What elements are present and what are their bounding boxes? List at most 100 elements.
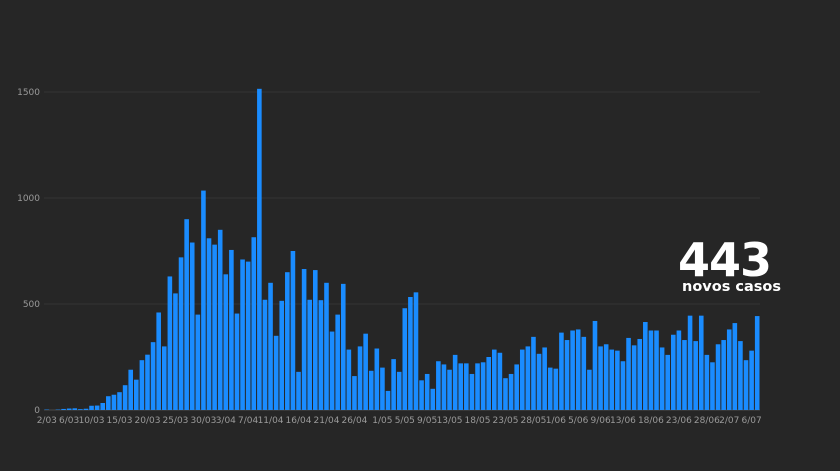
bar bbox=[374, 348, 380, 410]
bar bbox=[436, 361, 441, 410]
bars bbox=[44, 88, 760, 410]
bar bbox=[542, 347, 547, 410]
y-tick-label: 1500 bbox=[17, 88, 40, 98]
bar bbox=[78, 409, 83, 410]
bar bbox=[704, 354, 710, 410]
bar bbox=[396, 371, 402, 410]
bar bbox=[754, 316, 760, 410]
bar bbox=[726, 329, 732, 410]
x-tick-label: 21/04 bbox=[314, 416, 340, 426]
x-tick-label: 3/04 bbox=[216, 416, 236, 426]
bar bbox=[480, 362, 486, 410]
x-tick-label: 20/03 bbox=[135, 416, 161, 426]
bar bbox=[357, 346, 363, 410]
bar bbox=[268, 282, 273, 410]
bar bbox=[318, 300, 324, 410]
bar bbox=[156, 312, 161, 410]
x-tick-label: 6/07 bbox=[742, 416, 762, 426]
bar bbox=[262, 299, 268, 410]
bar bbox=[508, 373, 514, 410]
bar bbox=[598, 346, 603, 410]
x-tick-label: 23/06 bbox=[666, 416, 692, 426]
bar bbox=[257, 88, 262, 410]
bar bbox=[368, 370, 374, 410]
bar bbox=[749, 350, 754, 410]
x-tick-label: 16/04 bbox=[286, 416, 312, 426]
bar bbox=[324, 282, 329, 410]
x-tick-label: 9/06 bbox=[590, 416, 610, 426]
bar bbox=[682, 340, 687, 410]
bar bbox=[615, 350, 620, 410]
bar bbox=[72, 408, 78, 410]
bar bbox=[732, 323, 738, 410]
bar bbox=[631, 345, 637, 410]
bar bbox=[587, 369, 592, 410]
bar bbox=[212, 244, 217, 410]
bar bbox=[654, 330, 659, 410]
bar bbox=[643, 322, 648, 410]
bar bbox=[447, 369, 452, 410]
bar bbox=[363, 333, 368, 410]
x-tick-label: 28/05 bbox=[520, 416, 546, 426]
bar bbox=[229, 249, 234, 410]
bar bbox=[61, 408, 66, 410]
x-tick-label: 25/03 bbox=[162, 416, 188, 426]
bar bbox=[710, 362, 715, 410]
bar bbox=[458, 363, 464, 410]
bar bbox=[492, 349, 497, 410]
bar bbox=[178, 257, 184, 410]
x-tick-label: 10/03 bbox=[79, 416, 105, 426]
bar bbox=[536, 353, 542, 410]
bar bbox=[117, 392, 122, 410]
bar bbox=[603, 344, 609, 410]
bar bbox=[743, 360, 749, 410]
bar bbox=[217, 229, 223, 410]
x-tick-label: 1/05 bbox=[372, 416, 392, 426]
bar bbox=[184, 219, 189, 410]
bar bbox=[475, 363, 480, 410]
bar bbox=[100, 403, 106, 410]
bar bbox=[469, 373, 475, 410]
bar bbox=[89, 405, 94, 410]
bar bbox=[564, 340, 570, 410]
bar bbox=[385, 390, 391, 410]
x-tick-label: 13/06 bbox=[610, 416, 636, 426]
bar bbox=[329, 331, 335, 410]
bar bbox=[94, 405, 100, 410]
y-axis-ticks: 0 500 1000 1500 bbox=[17, 88, 40, 416]
bar bbox=[145, 354, 150, 410]
x-tick-label: 11/04 bbox=[258, 416, 284, 426]
bar bbox=[352, 376, 357, 410]
bar bbox=[648, 330, 654, 410]
bar bbox=[307, 299, 312, 410]
x-tick-label: 28/06 bbox=[694, 416, 720, 426]
bar bbox=[206, 238, 212, 410]
bar bbox=[134, 379, 139, 410]
bar bbox=[167, 276, 173, 410]
x-tick-label: 9/05 bbox=[417, 416, 437, 426]
bar bbox=[402, 308, 408, 410]
bar bbox=[66, 408, 72, 410]
bar bbox=[273, 335, 279, 410]
bar bbox=[83, 408, 89, 410]
bar bbox=[665, 354, 670, 410]
bar bbox=[106, 396, 111, 410]
bar bbox=[296, 371, 301, 410]
bar bbox=[441, 364, 447, 410]
bar bbox=[340, 283, 346, 410]
bar bbox=[514, 364, 519, 410]
bar bbox=[698, 315, 704, 410]
bar bbox=[424, 373, 430, 410]
bar bbox=[419, 380, 424, 410]
bar bbox=[301, 269, 307, 410]
bar bbox=[486, 357, 491, 410]
x-tick-label: 18/05 bbox=[465, 416, 491, 426]
bar bbox=[559, 332, 564, 410]
bar bbox=[659, 347, 665, 410]
x-axis-ticks: 2/03 6/03 10/03 15/03 20/03 25/03 30/03 3/04 7/0… bbox=[37, 416, 762, 426]
bar bbox=[531, 336, 536, 410]
bar bbox=[240, 259, 245, 410]
bar bbox=[503, 378, 508, 410]
bar bbox=[245, 261, 251, 410]
bar bbox=[687, 315, 693, 410]
